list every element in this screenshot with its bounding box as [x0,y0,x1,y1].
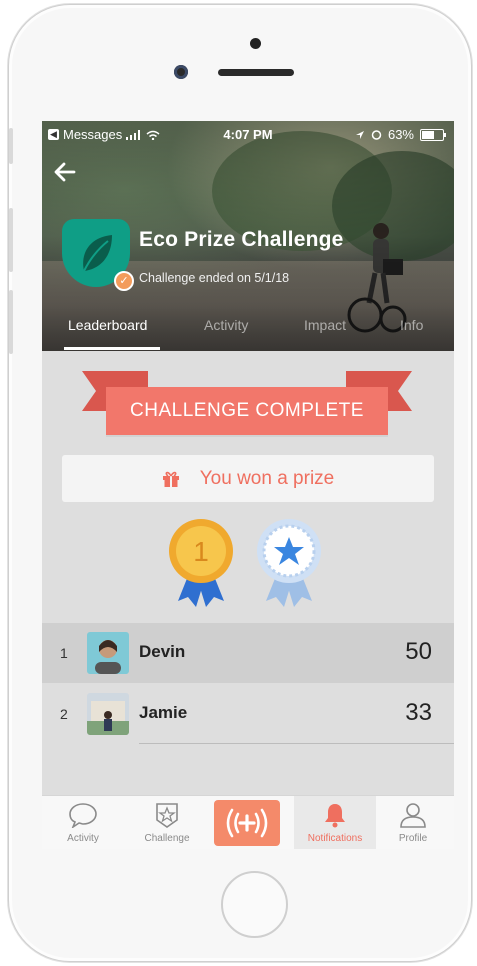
nav-activity[interactable]: Activity [42,796,124,849]
banner-text: CHALLENGE COMPLETE [106,387,388,435]
nav-challenge[interactable]: Challenge [126,796,208,849]
avatar [87,693,129,735]
nav-label: Notifications [307,833,363,844]
nav-label: Challenge [144,833,190,844]
battery-percent: 63% [387,127,414,142]
earpiece-speaker [218,69,294,76]
rank-number: 2 [60,706,68,722]
rank-number: 1 [60,645,68,661]
bell-icon [325,804,345,828]
camera-dot [250,38,261,49]
gift-icon [162,471,179,487]
player-score: 33 [405,699,432,726]
front-camera [174,65,188,79]
tab-bar: Leaderboard Activity Impact Info [42,309,454,351]
tab-info[interactable]: Info [400,317,423,333]
prize-notice[interactable]: You won a prize [62,455,434,502]
volume-up-button [9,208,13,272]
person-icon [400,803,426,828]
volume-down-button [9,290,13,354]
leaf-icon [83,235,112,272]
prize-text: You won a prize [199,467,335,489]
gold-medal-icon: 1 [169,519,233,607]
active-tab-indicator [64,347,160,350]
bottom-nav: Activity Challenge Notifications Profile [42,795,454,849]
medals-row: 1 [169,519,321,607]
app-screen: ◀ Messages 4:07 PM 63% ✓ Eco Prize Chall… [42,121,454,849]
tab-activity[interactable]: Activity [204,317,248,333]
home-button[interactable] [221,871,288,938]
completed-check-icon: ✓ [114,271,134,291]
medal-rank-label: 1 [193,536,209,567]
leaderboard-row[interactable]: 2 Jamie 33 [42,684,454,744]
silent-switch [9,128,13,164]
player-name: Jamie [139,703,188,722]
broadcast-plus-icon [226,808,268,838]
back-arrow-icon[interactable] [52,159,78,185]
nav-label: Activity [67,833,99,844]
battery-icon [420,128,446,141]
row-divider [139,743,454,744]
nav-label: Profile [398,833,428,844]
chat-bubble-icon [69,803,97,828]
location-arrow-icon [355,130,364,139]
challenge-complete-banner: CHALLENGE COMPLETE [82,365,412,445]
nav-broadcast-button[interactable] [214,800,280,846]
challenge-end-date: Challenge ended on 5/1/18 [139,271,290,285]
leaderboard-row[interactable]: 1 Devin 50 [42,623,454,683]
tab-impact[interactable]: Impact [304,317,346,333]
star-medal-icon [257,519,321,607]
player-score: 50 [405,638,432,665]
nav-profile[interactable]: Profile [372,796,454,849]
alarm-icon [371,130,382,140]
status-bar: ◀ Messages 4:07 PM 63% [42,121,454,147]
avatar [87,632,129,674]
nav-notifications[interactable]: Notifications [294,796,376,849]
player-name: Devin [139,642,186,661]
star-badge-icon [156,803,178,828]
challenge-title: Eco Prize Challenge [139,228,344,251]
tab-leaderboard[interactable]: Leaderboard [68,317,147,333]
